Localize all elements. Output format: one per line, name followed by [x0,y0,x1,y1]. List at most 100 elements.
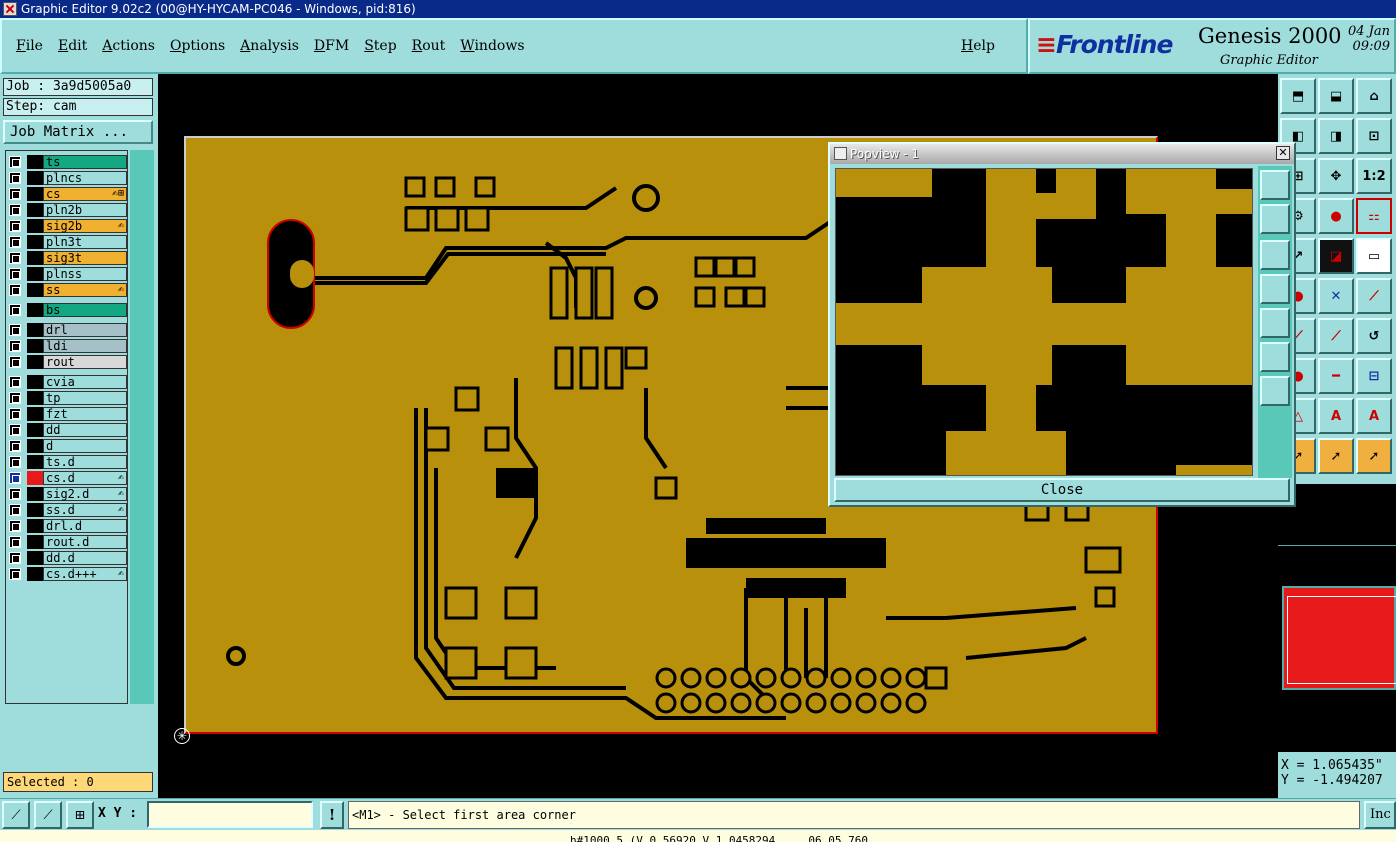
layer-name[interactable]: ldi [43,339,127,353]
grid-toggle-icon[interactable]: ⊞ [66,801,94,829]
layer-color-swatch[interactable] [27,171,43,185]
layer-color-swatch[interactable] [27,283,43,297]
layer-name[interactable]: bs [43,303,127,317]
layer-checkbox[interactable] [9,252,21,264]
layer-row[interactable]: pln2b [9,203,127,217]
layer-color-swatch[interactable] [27,187,43,201]
layer-checkbox[interactable] [9,204,21,216]
layer-color-swatch[interactable] [27,219,43,233]
layer-color-swatch[interactable] [27,235,43,249]
layer-row[interactable]: cs.d+++ ✍ [9,567,127,581]
layer-checkbox[interactable] [9,220,21,232]
text-tool-icon[interactable]: A [1318,398,1354,434]
layer-checkbox[interactable] [9,356,21,368]
layer-color-swatch[interactable] [27,323,43,337]
layer-list-scrollbar[interactable] [130,150,154,704]
layer-checkbox[interactable] [9,376,21,388]
layer-checkbox[interactable] [9,340,21,352]
overview-window[interactable] [1278,545,1396,745]
layer-color-swatch[interactable] [27,471,43,485]
popview-pan-left-icon[interactable] [1260,274,1290,304]
layer-checkbox[interactable] [9,472,21,484]
select-area-icon[interactable]: ➚ [1356,438,1392,474]
layer-checkbox[interactable] [9,520,21,532]
snap-icon[interactable]: ● [1318,198,1354,234]
layer-checkbox[interactable] [9,440,21,452]
layer-checkbox[interactable] [9,156,21,168]
menu-dfm[interactable]: DFM [314,38,349,54]
layer-color-swatch[interactable] [27,535,43,549]
arc-icon[interactable]: ↺ [1356,318,1392,354]
zoom-previous-icon[interactable]: ⬓ [1318,78,1354,114]
layer-name[interactable]: dd [43,423,127,437]
layer-row[interactable]: plnss [9,267,127,281]
layer-checkbox[interactable] [9,424,21,436]
layer-row[interactable]: d [9,439,127,453]
layer-checkbox[interactable] [9,536,21,548]
layer-row[interactable]: dd.d [9,551,127,565]
fit-screen-icon[interactable]: ⊡ [1356,118,1392,154]
pan-right-icon[interactable]: ◨ [1318,118,1354,154]
layer-color-swatch[interactable] [27,567,43,581]
menu-actions[interactable]: Actions [102,38,155,54]
layer-row[interactable]: cvia [9,375,127,389]
layer-checkbox[interactable] [9,552,21,564]
measure-toggle-icon[interactable]: ⟋ [34,801,62,829]
layer-row[interactable]: pln3t [9,235,127,249]
layer-color-swatch[interactable] [27,251,43,265]
layer-name[interactable]: pln2b [43,203,127,217]
select-icon[interactable]: ➚ [1318,438,1354,474]
layer-row[interactable]: drl.d [9,519,127,533]
popview-zoom-icon[interactable] [1260,170,1290,200]
line-tool-icon[interactable]: ⟋ [1356,278,1392,314]
layer-checkbox[interactable] [9,324,21,336]
layer-row[interactable]: ts [9,155,127,169]
ratio-button[interactable]: 1:2 [1356,158,1392,194]
layer-row[interactable]: cs ✍⊞ [9,187,127,201]
horizontal-line-icon[interactable]: ━ [1318,358,1354,394]
layer-color-swatch[interactable] [27,487,43,501]
dimension-icon[interactable]: ⊟ [1356,358,1392,394]
layer-color-swatch[interactable] [27,355,43,369]
menu-windows[interactable]: Windows [460,38,524,54]
layer-color-swatch[interactable] [27,551,43,565]
layer-row[interactable]: fzt [9,407,127,421]
layers-toggle-icon[interactable]: ⚏ [1356,198,1392,234]
layer-name[interactable]: ss.d ✍ [43,503,127,517]
layer-color-swatch[interactable] [27,303,43,317]
menu-step[interactable]: Step [364,38,396,54]
layer-row[interactable]: sig3t [9,251,127,265]
move-icon[interactable]: ✥ [1318,158,1354,194]
layer-checkbox[interactable] [9,284,21,296]
job-matrix-button[interactable]: Job Matrix ... [3,120,153,144]
draw-icon[interactable]: ◪ [1318,238,1354,274]
layer-checkbox[interactable] [9,408,21,420]
layer-color-swatch[interactable] [27,375,43,389]
layer-name[interactable]: cs.d+++ ✍ [43,567,127,581]
layer-color-swatch[interactable] [27,407,43,421]
layer-row[interactable]: tp [9,391,127,405]
layer-name[interactable]: tp [43,391,127,405]
layer-color-swatch[interactable] [27,519,43,533]
layer-name[interactable]: sig3t [43,251,127,265]
layer-row[interactable]: plncs [9,171,127,185]
layer-row[interactable]: drl [9,323,127,337]
layer-row[interactable]: bs [9,303,127,317]
home-icon[interactable]: ⌂ [1356,78,1392,114]
layer-checkbox[interactable] [9,456,21,468]
layer-name[interactable]: sig2b ✍ [43,219,127,233]
layer-row[interactable]: ss.d ✍ [9,503,127,517]
layer-row[interactable]: dd [9,423,127,437]
menu-help[interactable]: Help [961,38,995,54]
layer-checkbox[interactable] [9,268,21,280]
layer-color-swatch[interactable] [27,391,43,405]
text-bold-icon[interactable]: A [1356,398,1392,434]
layer-name[interactable]: drl [43,323,127,337]
layer-name[interactable]: ts [43,155,127,169]
layer-name[interactable]: rout.d [43,535,127,549]
layer-checkbox[interactable] [9,392,21,404]
diagonal-icon[interactable]: ⟋ [1318,318,1354,354]
layer-name[interactable]: ts.d [43,455,127,469]
layer-color-swatch[interactable] [27,439,43,453]
inc-button[interactable]: Inc [1364,801,1396,829]
